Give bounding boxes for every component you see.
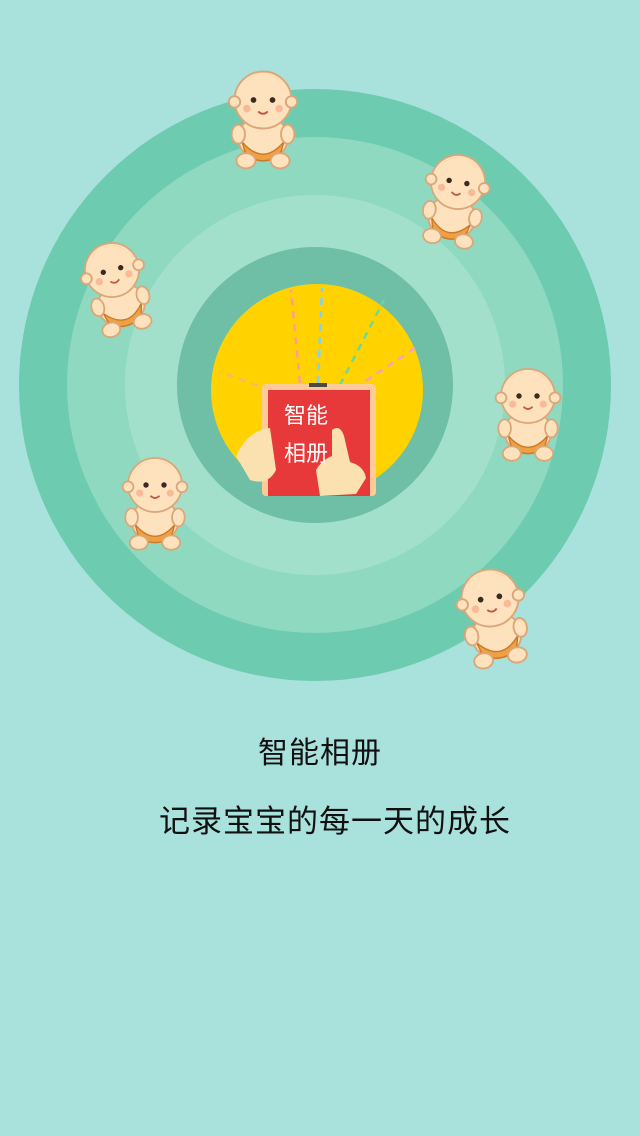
intro-subtitle: 记录宝宝的每一天的成长 <box>159 804 511 840</box>
guide-screen[interactable]: 智能 相册 智能相册 记录宝宝的每一天的成长 <box>0 0 640 1136</box>
badge-line1: 智能 <box>284 403 328 428</box>
badge-line2: 相册 <box>284 441 328 466</box>
intro-title: 智能相册 <box>258 736 382 771</box>
smart-album-illustration: 智能 相册 <box>19 70 611 681</box>
